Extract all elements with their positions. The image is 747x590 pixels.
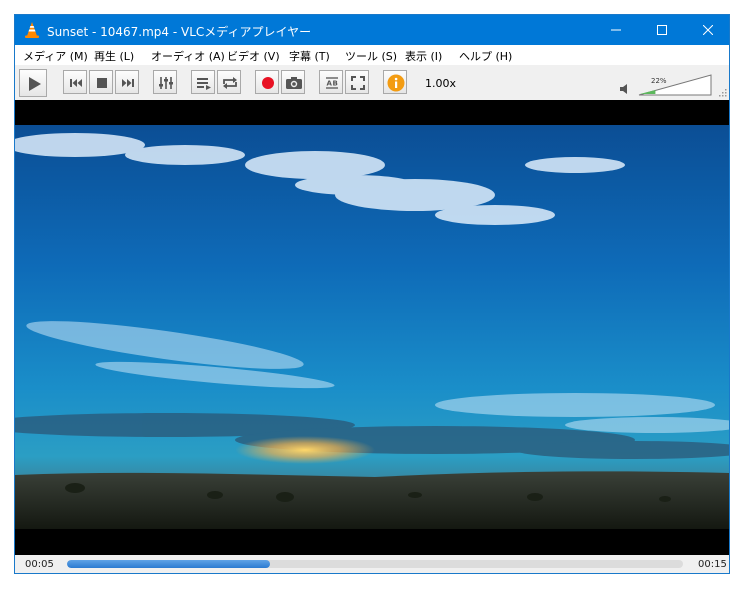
record-button[interactable] <box>255 70 279 94</box>
camera-icon <box>286 77 302 89</box>
menu-playback[interactable]: 再生 (L) <box>94 48 134 64</box>
seek-bar[interactable] <box>67 560 683 568</box>
svg-text:B: B <box>333 80 338 88</box>
playback-speed-label[interactable]: 1.00x <box>425 77 456 90</box>
equalizer-sliders-icon <box>159 77 173 89</box>
ab-loop-button[interactable]: A B <box>319 70 343 94</box>
volume-percent: 22% <box>651 77 667 85</box>
media-info-button[interactable] <box>383 70 407 94</box>
control-toolbar: A B 1.00x 22% <box>15 65 729 100</box>
next-button[interactable] <box>115 70 139 94</box>
play-button[interactable] <box>19 69 47 97</box>
menu-help[interactable]: ヘルプ (H) <box>459 48 512 64</box>
total-time[interactable]: 00:15 <box>698 559 727 570</box>
menu-bar: メディア (M) 再生 (L) オーディオ (A) ビデオ (V) 字幕 (T)… <box>15 45 729 65</box>
previous-button[interactable] <box>63 70 87 94</box>
vlc-window: Sunset - 10467.mp4 - VLCメディアプレイヤー メディア (… <box>14 14 730 574</box>
info-icon <box>387 74 405 92</box>
speaker-icon[interactable] <box>619 83 631 95</box>
record-icon <box>262 77 274 89</box>
status-bar: 00:05 00:15 <box>15 555 729 573</box>
stop-icon <box>97 78 107 88</box>
extended-settings-button[interactable] <box>153 70 177 94</box>
stop-button[interactable] <box>89 70 113 94</box>
video-display[interactable] <box>15 100 729 555</box>
maximize-icon <box>657 25 667 35</box>
maximize-button[interactable] <box>639 15 685 45</box>
fullscreen-button[interactable] <box>345 70 369 94</box>
elapsed-time[interactable]: 00:05 <box>25 559 54 570</box>
skip-previous-icon <box>70 79 82 87</box>
title-bar[interactable]: Sunset - 10467.mp4 - VLCメディアプレイヤー <box>15 15 729 45</box>
vlc-cone-icon <box>25 22 39 38</box>
seek-bar-progress <box>67 560 271 568</box>
close-button[interactable] <box>685 15 729 45</box>
ab-loop-icon: A B <box>326 77 338 89</box>
minimize-button[interactable] <box>593 15 639 45</box>
minimize-icon <box>611 29 621 31</box>
menu-subtitle[interactable]: 字幕 (T) <box>289 48 330 64</box>
skip-next-icon <box>122 79 134 87</box>
snapshot-button[interactable] <box>281 70 305 94</box>
menu-audio[interactable]: オーディオ (A) <box>151 48 225 64</box>
fullscreen-icon <box>351 76 365 90</box>
playlist-button[interactable] <box>191 70 215 94</box>
playlist-icon <box>197 78 211 90</box>
play-icon <box>29 77 41 91</box>
menu-view[interactable]: 表示 (I) <box>405 48 442 64</box>
close-icon <box>703 25 713 35</box>
volume-slider[interactable] <box>638 74 712 96</box>
loop-icon <box>223 77 237 89</box>
video-frame-sunset <box>15 125 729 529</box>
menu-tools[interactable]: ツール (S) <box>345 48 397 64</box>
resize-grip-icon <box>719 89 727 97</box>
menu-media[interactable]: メディア (M) <box>23 48 88 64</box>
loop-button[interactable] <box>217 70 241 94</box>
menu-video[interactable]: ビデオ (V) <box>227 48 280 64</box>
window-title: Sunset - 10467.mp4 - VLCメディアプレイヤー <box>47 25 312 39</box>
